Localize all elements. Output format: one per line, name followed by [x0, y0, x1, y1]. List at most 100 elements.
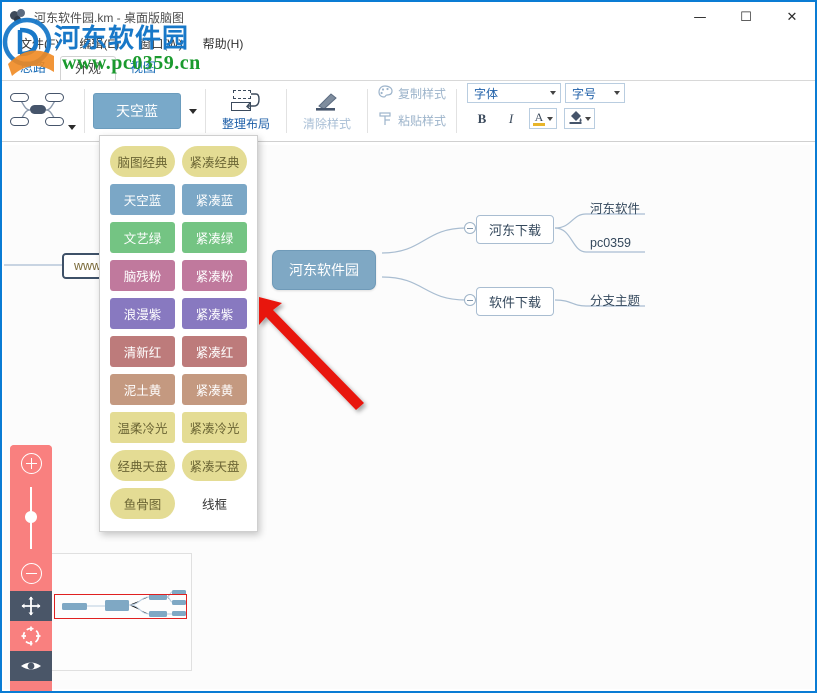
mindmap-structure-icon[interactable]	[10, 89, 66, 133]
pan-button[interactable]	[10, 591, 52, 621]
theme-row: 经典天盘 紧凑天盘	[100, 450, 257, 481]
font-family-chevron-down-icon[interactable]	[550, 91, 556, 95]
menu-bar: 文件(F) 编辑(E) 窗口(W) 帮助(H)	[2, 32, 815, 54]
paste-style-label: 粘贴样式	[398, 112, 446, 129]
theme-option-yugutu[interactable]: 鱼骨图	[110, 488, 175, 519]
copy-style-button[interactable]: 复制样式	[376, 83, 448, 104]
minimize-button[interactable]: —	[677, 2, 723, 32]
palette-icon	[378, 85, 393, 102]
theme-row: 清新红 紧凑红	[100, 336, 257, 367]
theme-option-naotujingdian[interactable]: 脑图经典	[110, 146, 175, 177]
theme-option-xiankuang[interactable]: 线框	[182, 488, 247, 519]
style-copy-group: 复制样式 粘贴样式	[368, 83, 456, 139]
theme-option-jincoulv[interactable]: 紧凑绿	[182, 222, 247, 253]
theme-option-jingdiantianpan[interactable]: 经典天盘	[110, 450, 175, 481]
fill-color-button[interactable]	[564, 108, 595, 129]
zoom-slider[interactable]	[10, 481, 52, 555]
branch-node-2[interactable]: 软件下载	[476, 287, 554, 316]
font-size-chevron-down-icon[interactable]	[614, 91, 620, 95]
window-controls: — ☐ ✕	[677, 2, 815, 32]
fill-bucket-icon	[568, 109, 583, 129]
menu-edit[interactable]: 编辑(E)	[69, 34, 129, 53]
theme-row: 鱼骨图 线框	[100, 488, 257, 519]
structure-chevron-down-icon[interactable]	[68, 125, 76, 130]
leaf-node-3[interactable]: 分支主题	[586, 289, 644, 311]
font-size-select[interactable]: 字号	[565, 83, 625, 103]
zoom-out-button[interactable]	[10, 555, 52, 591]
tab-shiTu[interactable]: 视图	[116, 56, 170, 80]
text-color-letter: A	[535, 112, 544, 123]
zoom-toolbar-footer	[10, 681, 52, 693]
theme-option-jincouhong[interactable]: 紧凑红	[182, 336, 247, 367]
theme-group: 天空蓝	[85, 83, 205, 139]
theme-row: 浪漫紫 紧凑紫	[100, 298, 257, 329]
paste-icon	[378, 112, 393, 129]
copy-style-label: 复制样式	[398, 85, 446, 102]
branch-node-1[interactable]: 河东下载	[476, 215, 554, 244]
text-color-chevron-down-icon[interactable]	[547, 117, 553, 121]
zoom-in-icon	[21, 453, 42, 474]
visibility-button[interactable]	[10, 651, 52, 681]
pan-move-icon	[20, 595, 42, 617]
tidy-layout-icon	[231, 90, 261, 112]
clear-style-button[interactable]: 清除样式	[295, 90, 359, 132]
tidy-layout-label: 整理布局	[222, 115, 270, 132]
font-group: 字体 字号 B I A	[457, 83, 633, 139]
application-window: 河东软件园.km - 桌面版脑图 — ☐ ✕ 文件(F) 编辑(E) 窗口(W)…	[0, 0, 817, 693]
theme-option-qingxinhong[interactable]: 清新红	[110, 336, 175, 367]
text-color-button[interactable]: A	[529, 108, 557, 129]
theme-option-naocanfen[interactable]: 脑残粉	[110, 260, 175, 291]
zoom-slider-handle[interactable]	[25, 511, 37, 523]
zoom-out-icon	[21, 563, 42, 584]
menu-file[interactable]: 文件(F)	[10, 34, 69, 53]
center-target-icon	[20, 625, 42, 647]
theme-row: 脑残粉 紧凑粉	[100, 260, 257, 291]
collapse-toggle-branch-1[interactable]	[464, 222, 476, 234]
ribbon-tabstrip: 思路 外观 视图	[2, 54, 815, 80]
theme-row: 天空蓝 紧凑蓝	[100, 184, 257, 215]
minimap-panel[interactable]	[47, 553, 192, 671]
theme-option-jincoulengguang[interactable]: 紧凑冷光	[182, 412, 247, 443]
theme-option-jincoufen[interactable]: 紧凑粉	[182, 260, 247, 291]
zoom-in-button[interactable]	[10, 445, 52, 481]
center-button[interactable]	[10, 621, 52, 651]
theme-option-wenyilv[interactable]: 文艺绿	[110, 222, 175, 253]
theme-option-langmanzi[interactable]: 浪漫紫	[110, 298, 175, 329]
maximize-button[interactable]: ☐	[723, 2, 769, 32]
eraser-icon	[313, 90, 341, 112]
paste-style-button[interactable]: 粘贴样式	[376, 110, 448, 131]
theme-option-jincouhuang[interactable]: 紧凑黄	[182, 374, 247, 405]
zoom-toolbar	[10, 445, 52, 693]
root-node[interactable]: 河东软件园	[272, 250, 376, 290]
theme-option-jincoutianpan[interactable]: 紧凑天盘	[182, 450, 247, 481]
font-family-select[interactable]: 字体	[467, 83, 561, 103]
close-button[interactable]: ✕	[769, 2, 815, 32]
theme-row: 文艺绿 紧凑绿	[100, 222, 257, 253]
italic-button[interactable]: I	[500, 109, 522, 129]
fill-color-chevron-down-icon[interactable]	[585, 117, 591, 121]
leaf-node-2[interactable]: pc0359	[586, 235, 635, 252]
theme-option-jincoulan[interactable]: 紧凑蓝	[182, 184, 247, 215]
theme-row: 温柔冷光 紧凑冷光	[100, 412, 257, 443]
leaf-node-1[interactable]: 河东软件	[586, 197, 644, 219]
theme-option-jincoujingdian[interactable]: 紧凑经典	[182, 146, 247, 177]
theme-dropdown-panel[interactable]: 脑图经典 紧凑经典 天空蓝 紧凑蓝 文艺绿 紧凑绿 脑残粉 紧凑粉 浪漫紫 紧凑…	[99, 135, 258, 532]
clear-style-label: 清除样式	[303, 115, 351, 132]
minimap-viewport[interactable]	[54, 594, 187, 619]
theme-option-wenroulengguang[interactable]: 温柔冷光	[110, 412, 175, 443]
bold-button[interactable]: B	[471, 109, 493, 129]
menu-window[interactable]: 窗口(W)	[129, 34, 192, 53]
theme-option-jincouzi[interactable]: 紧凑紫	[182, 298, 247, 329]
font-family-value: 字体	[474, 85, 498, 102]
collapse-toggle-branch-2[interactable]	[464, 294, 476, 306]
theme-option-tiankonglan[interactable]: 天空蓝	[110, 184, 175, 215]
tab-waiGuan[interactable]: 外观	[60, 56, 116, 80]
menu-help[interactable]: 帮助(H)	[193, 34, 254, 53]
theme-option-nituhuang[interactable]: 泥土黄	[110, 374, 175, 405]
layout-group: 整理布局	[206, 83, 286, 139]
tab-siLu[interactable]: 思路	[6, 56, 60, 80]
theme-dropdown-button[interactable]: 天空蓝	[93, 93, 181, 129]
theme-chevron-down-icon[interactable]	[189, 109, 197, 114]
visibility-eye-icon	[19, 658, 43, 674]
tidy-layout-button[interactable]: 整理布局	[214, 90, 278, 132]
